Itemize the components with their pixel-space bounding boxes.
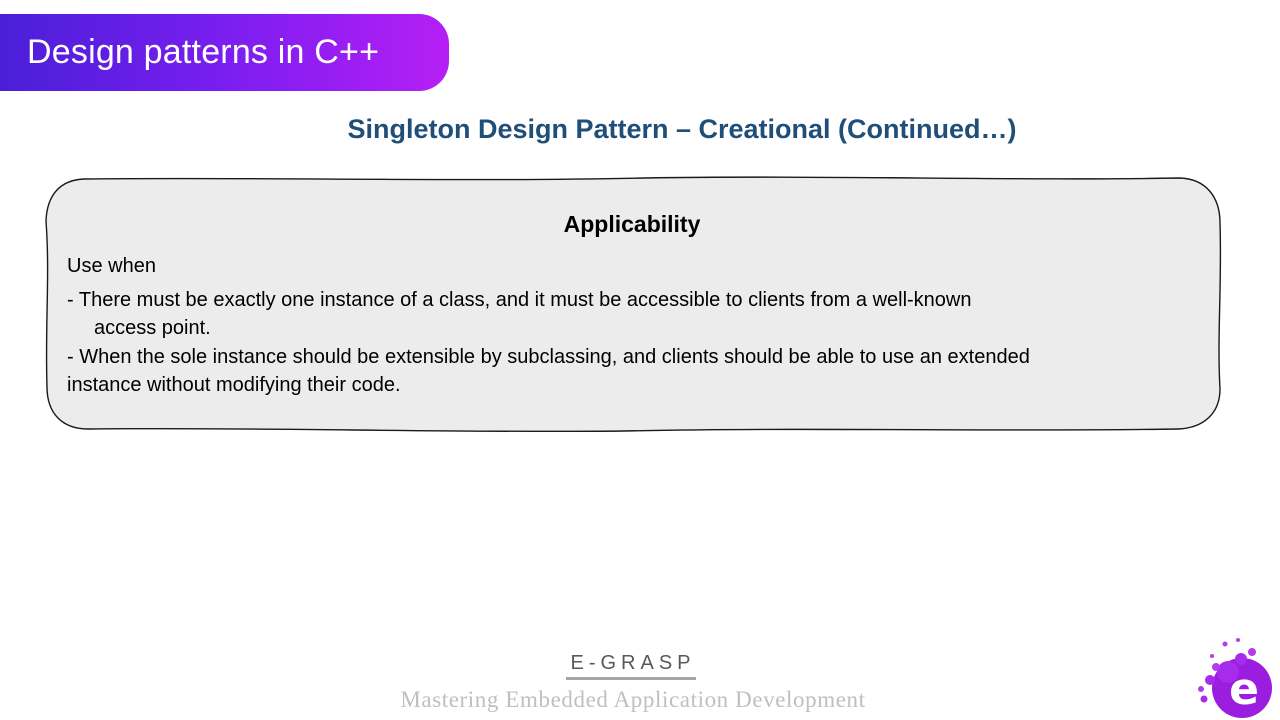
point-1-line-2: access point. [94, 317, 211, 339]
header-banner: Design patterns in C++ [0, 14, 449, 91]
brand-name: E-GRASP [566, 652, 696, 680]
point-1-line-1: - There must be exactly one instance of … [67, 288, 972, 311]
use-when-text: Use when [67, 255, 156, 277]
footer-brand: E-GRASP [0, 652, 1262, 680]
applicability-body: Use when - There must be exactly one ins… [67, 252, 1187, 400]
point-2-line-2: instance without modifying their code. [67, 374, 401, 396]
point-2-line-1: - When the sole instance should be exten… [67, 345, 1030, 368]
applicability-box: Applicability Use when - There must be e… [44, 175, 1224, 433]
logo-letter: e [1229, 664, 1259, 715]
footer-tagline: Mastering Embedded Application Developme… [400, 687, 866, 712]
applicability-heading: Applicability [563, 211, 701, 237]
e-grasp-logo-icon: e [1198, 638, 1272, 718]
slide-title: Singleton Design Pattern – Creational (C… [347, 114, 1017, 144]
header-title: Design patterns in C++ [27, 33, 380, 71]
